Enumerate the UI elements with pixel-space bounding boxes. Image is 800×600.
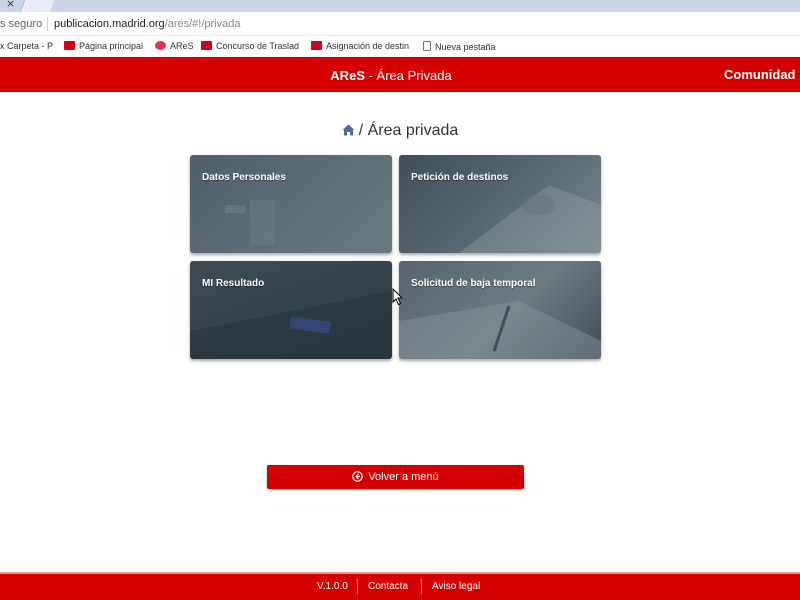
app-header: AReS - Área Privada Comunidad [0, 57, 800, 92]
tile-background-image [459, 185, 601, 253]
bookmark-label: Página principal [79, 41, 144, 51]
footer-divider [421, 579, 422, 594]
footer: V.1.0.0 Contacta Aviso legal [0, 572, 800, 600]
tile-peticion-destinos[interactable]: Petición de destinos [399, 155, 601, 253]
ares-icon [155, 41, 166, 50]
url-text[interactable]: publicacion.madrid.org/ares/#!/privada [54, 18, 241, 30]
bookmark-label: Nueva pestaña [435, 42, 496, 52]
url-host: publicacion.madrid.org [54, 18, 165, 30]
bookmark-concurso[interactable]: Concurso de Traslad [201, 41, 299, 51]
tile-label: Datos Personales [202, 172, 286, 183]
url-path: /ares/#!/privada [164, 18, 241, 30]
bookmark-nueva-pestana[interactable]: Nueva pestaña [423, 41, 496, 52]
bookmark-asignacion[interactable]: Asignación de destin [311, 41, 409, 51]
bookmark-label: x Carpeta - P [0, 41, 54, 51]
page-icon [423, 41, 431, 51]
bookmarks-bar: x Carpeta - P Página principal AReS Conc… [0, 36, 800, 57]
arrow-circle-left-icon [352, 467, 364, 491]
legal-notice-link[interactable]: Aviso legal [432, 581, 480, 592]
browser-tab[interactable] [19, 0, 55, 12]
bookmark-label: Concurso de Traslad [216, 41, 300, 51]
bookmark-label: Asignación de destin [326, 41, 410, 51]
footer-divider [357, 579, 358, 594]
comunidad-logo-text[interactable]: Comunidad [724, 67, 796, 82]
browser-tabstrip: × [0, 0, 800, 12]
madrid-flag-icon [311, 41, 322, 50]
back-to-menu-button[interactable]: Volver a menú [267, 465, 524, 489]
address-divider [47, 17, 48, 31]
tab-close-icon[interactable]: × [6, 0, 15, 10]
mouse-cursor-icon [392, 288, 404, 306]
tile-background-image [399, 301, 601, 359]
bookmark-ares[interactable]: AReS [155, 41, 194, 51]
tile-background-image [225, 200, 275, 245]
page-title: / Área privada [0, 122, 800, 141]
tile-label: MI Resultado [202, 278, 265, 289]
tile-label: Solicitud de baja temporal [411, 278, 536, 289]
tile-label: Petición de destinos [411, 172, 509, 183]
tile-mi-resultado[interactable]: MI Resultado [190, 261, 392, 359]
tile-background-image [190, 291, 392, 359]
contact-link[interactable]: Contacta [368, 581, 408, 592]
tile-datos-personales[interactable]: Datos Personales [190, 155, 392, 253]
version-text: V.1.0.0 [317, 581, 348, 592]
bookmark-carpeta[interactable]: x Carpeta - P [0, 41, 53, 51]
section-name: Área Privada [376, 68, 452, 83]
address-bar[interactable]: s seguro publicacion.madrid.org/ares/#!/… [0, 12, 800, 36]
back-button-label: Volver a menú [368, 471, 439, 483]
security-indicator[interactable]: s seguro [0, 18, 42, 30]
title-separator: - [364, 68, 377, 83]
bookmark-label: AReS [170, 41, 194, 51]
page-title-text: / Área privada [358, 122, 459, 139]
app-title: AReS - Área Privada [0, 68, 782, 83]
home-icon[interactable] [342, 123, 355, 141]
app-name: AReS [330, 68, 365, 83]
madrid-flag-icon [64, 41, 75, 50]
tile-solicitud-baja[interactable]: Solicitud de baja temporal [399, 261, 601, 359]
bookmark-pagina-principal[interactable]: Página principal [64, 41, 143, 51]
madrid-flag-icon [201, 41, 212, 50]
